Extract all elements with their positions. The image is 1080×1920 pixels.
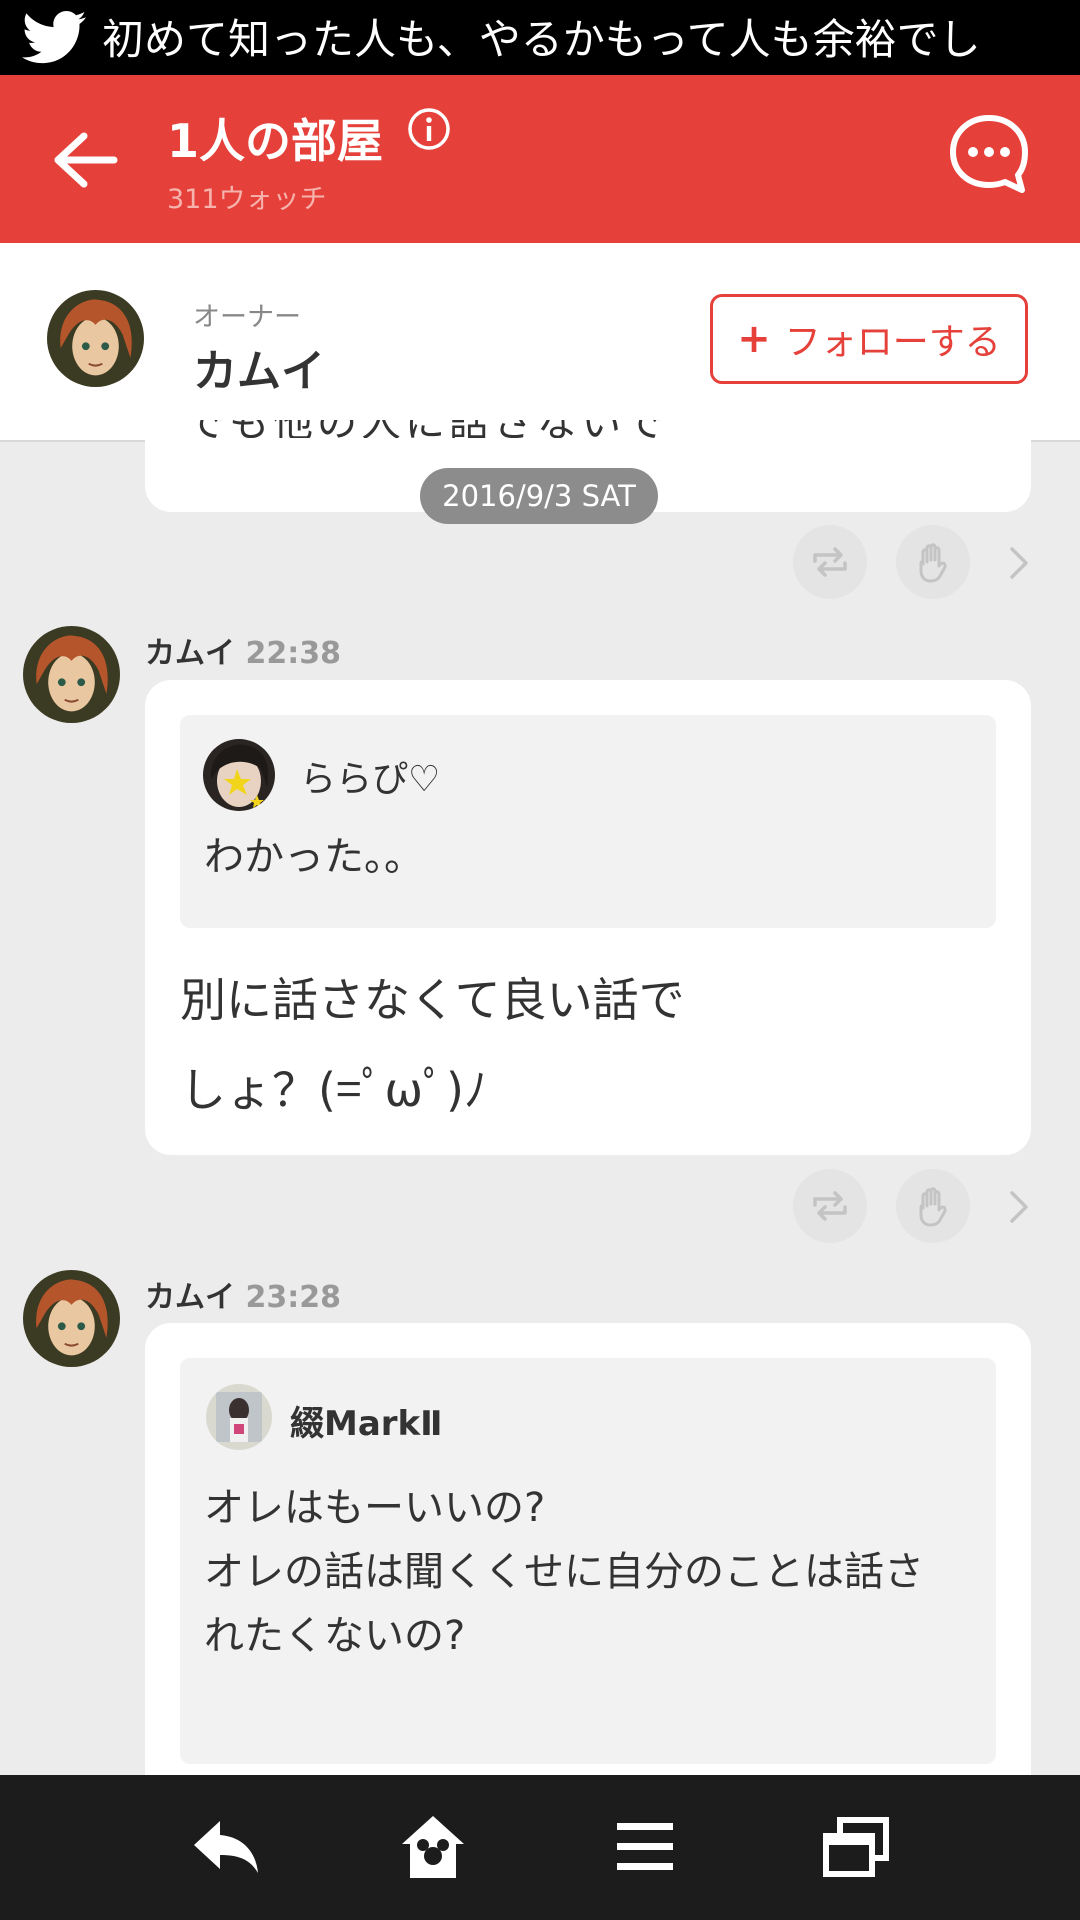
chevron-right-icon[interactable] [1006, 543, 1034, 583]
home-button[interactable] [385, 1799, 481, 1895]
hand-icon [919, 1187, 947, 1227]
repost-icon [813, 547, 847, 577]
quote-avatar [203, 739, 275, 811]
owner-name: カムイ [193, 346, 325, 397]
follow-button[interactable]: + フォローする [710, 294, 1028, 384]
avatar[interactable] [23, 1270, 120, 1367]
message-author: カムイ 23:28 [145, 1272, 341, 1316]
quote-line: オレはもーいいの? [204, 1485, 546, 1531]
quote-author: ららぴ♡ [300, 759, 441, 800]
owner-label: オーナー [193, 302, 301, 333]
owner-avatar[interactable] [47, 290, 144, 387]
quote-line: れたくないの? [204, 1613, 466, 1659]
home-icon [402, 1816, 464, 1878]
repost-button[interactable] [793, 525, 867, 599]
chevron-right-icon[interactable] [1006, 1187, 1034, 1227]
quote-author: 綴MarkⅡ [290, 1404, 443, 1444]
back-arrow-icon [194, 1821, 258, 1873]
room-header: 1人の部屋 311ウォッチ [0, 75, 1080, 243]
clipped-message-text: でも他の人に話さないで [185, 420, 705, 438]
message-author: カムイ 22:38 [145, 628, 341, 672]
quoted-message[interactable]: ららぴ♡ わかった。。 [180, 715, 996, 928]
repost-icon [813, 1191, 847, 1221]
quote-line: オレの話は聞くくせに自分のことは話さ [204, 1549, 924, 1595]
notification-text: 初めて知った人も、やるかもって人も余裕でし [102, 15, 981, 64]
clap-button[interactable] [896, 1169, 970, 1243]
clap-button[interactable] [896, 525, 970, 599]
quoted-message[interactable]: 綴MarkⅡ オレはもーいいの? オレの話は聞くくせに自分のことは話さ れたくな… [180, 1358, 996, 1764]
plus-icon: + [737, 316, 771, 362]
hand-icon [919, 543, 947, 583]
date-divider: 2016/9/3 SAT [420, 468, 658, 524]
windows-button[interactable] [808, 1799, 904, 1895]
follow-label: フォローする [784, 322, 1001, 363]
watch-count: 311ウォッチ [167, 184, 327, 215]
twitter-bird-icon [22, 11, 86, 64]
message-time: 22:38 [245, 636, 341, 671]
avatar[interactable] [23, 626, 120, 723]
page-title: 1人の部屋 [167, 114, 384, 168]
quote-text: オレはもーいいの? オレの話は聞くくせに自分のことは話さ れたくないの? [204, 1476, 924, 1668]
message-line: 別に話さなくて良い話で [180, 973, 685, 1027]
chat-bubble-icon[interactable] [948, 113, 1030, 195]
owner-panel: オーナー カムイ + フォローする [0, 243, 1080, 442]
quote-avatar [206, 1384, 272, 1450]
menu-button[interactable] [597, 1799, 693, 1895]
arrow-left-icon[interactable] [50, 130, 120, 190]
windows-icon [823, 1817, 889, 1877]
back-arrow-button[interactable] [178, 1799, 274, 1895]
status-bar: 初めて知った人も、やるかもって人も余裕でし [0, 0, 1080, 75]
message-card: 綴MarkⅡ オレはもーいいの? オレの話は聞くくせに自分のことは話さ れたくな… [145, 1323, 1031, 1843]
info-icon[interactable] [407, 107, 451, 151]
author-name: カムイ [145, 1280, 235, 1315]
author-name: カムイ [145, 636, 235, 671]
message-line: しょ？(=ﾟωﾟ)ﾉ [180, 1063, 487, 1117]
message-card: ららぴ♡ わかった。。 別に話さなくて良い話で しょ？(=ﾟωﾟ)ﾉ [145, 680, 1031, 1155]
bottom-nav [0, 1775, 1080, 1920]
repost-button[interactable] [793, 1169, 867, 1243]
message-text: 別に話さなくて良い話で しょ？(=ﾟωﾟ)ﾉ [180, 955, 685, 1135]
quote-text: わかった。。 [204, 834, 424, 880]
menu-icon [617, 1823, 673, 1870]
message-time: 23:28 [245, 1280, 341, 1315]
